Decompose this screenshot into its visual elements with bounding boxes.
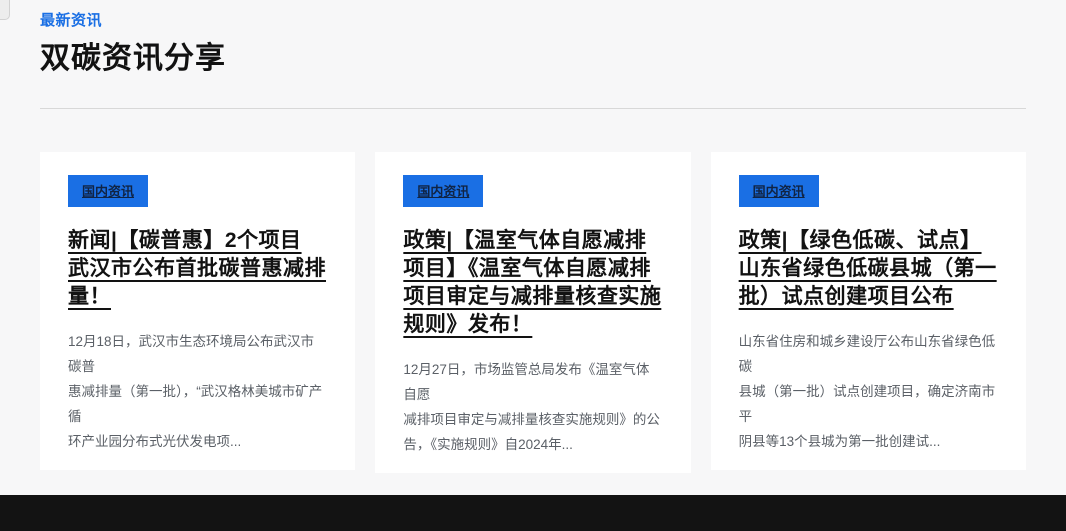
news-card-list: 国内资讯 新闻|【碳普惠】2个项目 武汉市公布首批碳普惠减排 量！ 12月18日…	[40, 152, 1026, 473]
page-title: 双碳资讯分享	[40, 33, 1026, 77]
article-excerpt: 山东省住房和城乡建设厅公布山东省绿色低碳 县城（第一批）试点创建项目，确定济南市…	[739, 329, 998, 454]
article-excerpt: 12月27日，市场监管总局发布《温室气体自愿 减排项目审定与减排量核查实施规则》…	[403, 357, 662, 457]
news-card: 国内资讯 政策|【绿色低碳、试点】 山东省绿色低碳县城（第一 批）试点创建项目公…	[711, 152, 1026, 470]
article-title-link[interactable]: 新闻|【碳普惠】2个项目 武汉市公布首批碳普惠减排 量！	[68, 227, 327, 311]
article-title-link[interactable]: 政策|【温室气体自愿减排 项目】《温室气体自愿减排 项目审定与减排量核查实施 规…	[403, 227, 662, 339]
article-title-link[interactable]: 政策|【绿色低碳、试点】 山东省绿色低碳县城（第一 批）试点创建项目公布	[739, 227, 998, 311]
divider	[40, 108, 1026, 109]
news-card: 国内资讯 新闻|【碳普惠】2个项目 武汉市公布首批碳普惠减排 量！ 12月18日…	[40, 152, 355, 470]
footer-bar	[0, 495, 1066, 531]
article-excerpt: 12月18日，武汉市生态环境局公布武汉市碳普 惠减排量（第一批），“武汉格林美城…	[68, 329, 327, 454]
category-badge[interactable]: 国内资讯	[739, 175, 819, 207]
news-card: 国内资讯 政策|【温室气体自愿减排 项目】《温室气体自愿减排 项目审定与减排量核…	[375, 152, 690, 473]
news-section: 最新资讯 双碳资讯分享 国内资讯 新闻|【碳普惠】2个项目 武汉市公布首批碳普惠…	[40, 0, 1026, 473]
category-badge[interactable]: 国内资讯	[403, 175, 483, 207]
category-badge[interactable]: 国内资讯	[68, 175, 148, 207]
scrollbar-thumb[interactable]	[0, 0, 10, 20]
section-eyebrow: 最新资讯	[40, 9, 1026, 30]
